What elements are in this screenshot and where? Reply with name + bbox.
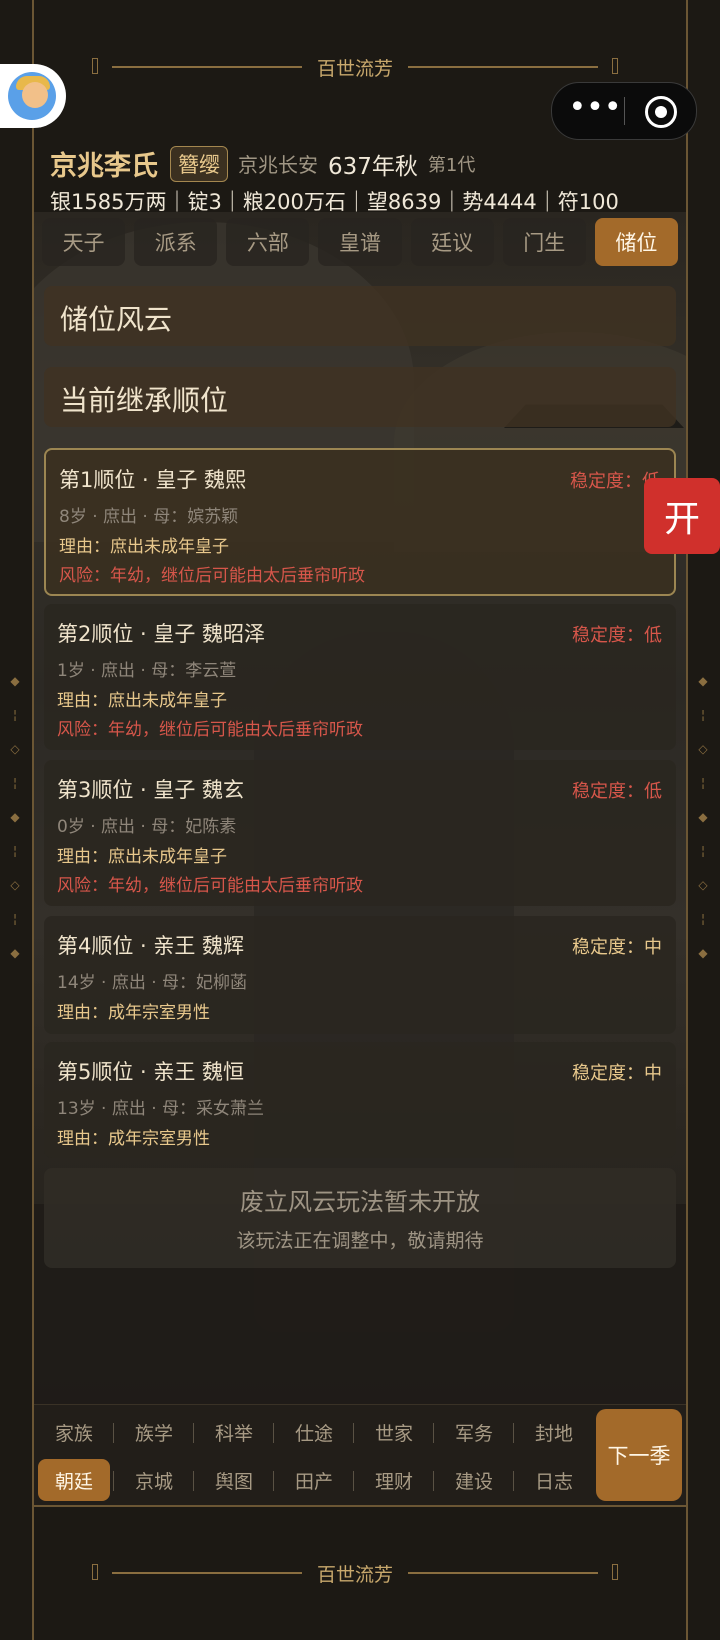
left-side-ornament: ◆ ¦ ◇ ¦ ◆ ¦ ◇ ¦ ◆ xyxy=(10,674,20,960)
nav-item-estate[interactable]: 田产 xyxy=(273,1459,350,1501)
tab-tianzi[interactable]: 天子 xyxy=(42,218,126,266)
banner-cap-right xyxy=(612,1564,618,1580)
nav-item-military[interactable]: 军务 xyxy=(433,1411,510,1453)
rank-badge: 簪缨 xyxy=(170,145,228,182)
notice-subtitle: 该玩法正在调整中，敬请期待 xyxy=(236,1230,484,1252)
candidate-info: 13岁 · 庶出 · 母：采女萧兰 xyxy=(57,1099,265,1119)
nav-item-exam[interactable]: 科举 xyxy=(193,1411,270,1453)
year-season: 637年秋 xyxy=(328,153,418,180)
candidate-title: 第1顺位 · 皇子 魏熙 xyxy=(59,468,247,492)
nav-item-log[interactable]: 日志 xyxy=(513,1459,590,1501)
stability-label: 稳定度：低 xyxy=(572,781,662,802)
candidate-reason: 理由：庶出未成年皇子 xyxy=(57,691,227,711)
candidate-title: 第5顺位 · 亲王 魏恒 xyxy=(57,1060,245,1084)
right-side-ornament: ◆ ¦ ◇ ¦ ◆ ¦ ◇ ¦ ◆ xyxy=(698,674,708,960)
candidate-reason: 理由：成年宗室男性 xyxy=(57,1003,210,1023)
notice-title: 废立风云玩法暂未开放 xyxy=(240,1188,480,1216)
candidate-title: 第3顺位 · 皇子 魏玄 xyxy=(57,778,245,802)
nav-item-capital[interactable]: 京城 xyxy=(113,1459,190,1501)
candidate-card-2[interactable]: 第2顺位 · 皇子 魏昭泽 稳定度：低 1岁 · 庶出 · 母：李云萱 理由：庶… xyxy=(44,604,676,750)
tab-paixi[interactable]: 派系 xyxy=(134,218,218,266)
candidate-risk: 风险：年幼，继位后可能由太后垂帘听政 xyxy=(59,566,365,586)
candidate-reason: 理由：庶出未成年皇子 xyxy=(59,537,229,557)
candidate-info: 8岁 · 庶出 · 母：嫔苏颖 xyxy=(59,507,239,527)
section-title: 储位风云 xyxy=(44,286,676,346)
avatar[interactable] xyxy=(0,64,66,128)
capsule-divider xyxy=(624,97,625,125)
right-frame-line xyxy=(686,0,688,1640)
candidate-title: 第4顺位 · 亲王 魏辉 xyxy=(57,934,245,958)
candidate-risk: 风险：年幼，继位后可能由太后垂帘听政 xyxy=(57,876,363,896)
tab-mensheng[interactable]: 门生 xyxy=(502,218,586,266)
candidate-card-3[interactable]: 第3顺位 · 皇子 魏玄 稳定度：低 0岁 · 庶出 · 母：妃陈素 理由：庶出… xyxy=(44,760,676,906)
nav-item-school[interactable]: 族学 xyxy=(113,1411,190,1453)
nav-item-finance[interactable]: 理财 xyxy=(353,1459,430,1501)
open-button[interactable]: 开 xyxy=(644,478,720,554)
candidate-card-4[interactable]: 第4顺位 · 亲王 魏辉 稳定度：中 14岁 · 庶出 · 母：妃柳菡 理由：成… xyxy=(44,916,676,1034)
section-title-text: 储位风云 xyxy=(60,303,173,336)
candidate-title: 第2顺位 · 皇子 魏昭泽 xyxy=(57,622,266,646)
tab-chuwei[interactable]: 储位 xyxy=(594,218,678,266)
clan-name: 京兆李氏 xyxy=(50,151,158,182)
nav-item-family[interactable]: 家族 xyxy=(38,1411,110,1453)
candidate-card-1[interactable]: 第1顺位 · 皇子 魏熙 稳定度：低 8岁 · 庶出 · 母：嫔苏颖 理由：庶出… xyxy=(44,448,676,596)
next-season-button[interactable]: 下一季 xyxy=(596,1409,682,1501)
stability-label: 稳定度：中 xyxy=(572,937,662,958)
tab-tingyi[interactable]: 廷议 xyxy=(410,218,494,266)
subsection-title-text: 当前继承顺位 xyxy=(60,384,229,417)
bottom-navigation: 家族 族学 科举 仕途 世家 军务 封地 朝廷 京城 舆图 田产 理财 建设 日… xyxy=(34,1404,686,1507)
feature-notice: 废立风云玩法暂未开放 该玩法正在调整中，敬请期待 xyxy=(44,1168,676,1268)
location: 京兆长安 xyxy=(238,153,318,177)
nav-item-clans[interactable]: 世家 xyxy=(353,1411,430,1453)
court-tabs: 天子 派系 六部 皇谱 廷议 门生 储位 xyxy=(42,218,678,268)
nav-item-build[interactable]: 建设 xyxy=(433,1459,510,1501)
banner-rule-right xyxy=(408,66,598,68)
candidate-card-5[interactable]: 第5顺位 · 亲王 魏恒 稳定度：中 13岁 · 庶出 · 母：采女萧兰 理由：… xyxy=(44,1042,676,1158)
candidate-reason: 理由：庶出未成年皇子 xyxy=(57,847,227,867)
candidate-info: 1岁 · 庶出 · 母：李云萱 xyxy=(57,661,237,681)
banner-cap-right xyxy=(612,58,618,74)
tab-huangpu[interactable]: 皇谱 xyxy=(318,218,402,266)
avatar-image xyxy=(8,72,56,120)
nav-item-map[interactable]: 舆图 xyxy=(193,1459,270,1501)
banner-rule-right xyxy=(408,1572,598,1574)
bottom-banner: 百世流芳 xyxy=(90,1558,620,1588)
nav-item-fief[interactable]: 封地 xyxy=(513,1411,590,1453)
family-header: 京兆李氏 簪缨 京兆长安 637年秋 第1代 银1585万两｜锭3｜粮200万石… xyxy=(34,130,686,214)
close-target-icon[interactable] xyxy=(645,96,677,128)
nav-item-court[interactable]: 朝廷 xyxy=(38,1459,110,1501)
candidate-info: 0岁 · 庶出 · 母：妃陈素 xyxy=(57,817,237,837)
top-banner: 百世流芳 xyxy=(90,52,620,82)
nav-row-1: 家族 族学 科举 仕途 世家 军务 封地 xyxy=(38,1409,598,1455)
nav-row-2: 朝廷 京城 舆图 田产 理财 建设 日志 xyxy=(38,1457,598,1503)
candidate-reason: 理由：成年宗室男性 xyxy=(57,1129,210,1149)
tab-liubu[interactable]: 六部 xyxy=(226,218,310,266)
candidate-info: 14岁 · 庶出 · 母：妃柳菡 xyxy=(57,973,248,993)
generation: 第1代 xyxy=(427,154,476,176)
subsection-title: 当前继承顺位 xyxy=(44,367,676,427)
candidate-risk: 风险：年幼，继位后可能由太后垂帘听政 xyxy=(57,720,363,740)
stability-label: 稳定度：中 xyxy=(572,1063,662,1084)
nav-item-career[interactable]: 仕途 xyxy=(273,1411,350,1453)
stability-label: 稳定度：低 xyxy=(572,625,662,646)
